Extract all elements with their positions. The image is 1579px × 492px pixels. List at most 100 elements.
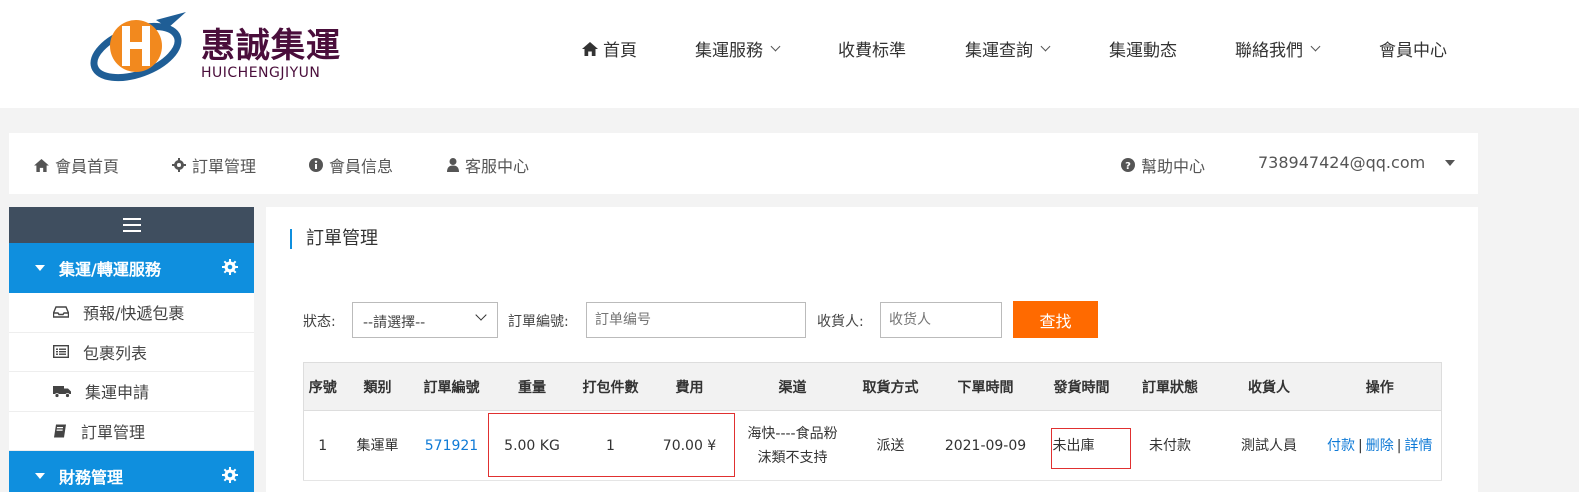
sidebar-item-package-list-label: 包裹列表 <box>83 343 148 363</box>
col-ship-time: 發貨時間 <box>1042 362 1121 411</box>
nav-member-center[interactable]: 會員中心 <box>1379 36 1447 61</box>
chevron-down-icon <box>770 41 781 52</box>
order-number-input[interactable] <box>586 302 806 338</box>
action-separator: | <box>1396 437 1402 454</box>
menu-icon <box>122 218 141 232</box>
member-orders-link[interactable]: 訂單管理 <box>172 153 256 177</box>
sidebar-item-forecast[interactable]: 預報/快遞包裹 <box>9 293 254 333</box>
member-info-link[interactable]: 會員信息 <box>309 153 393 177</box>
nav-tracking[interactable]: 集運查詢 <box>965 36 1051 61</box>
customer-service-label: 客服中心 <box>465 157 530 176</box>
order-number-link[interactable]: 571921 <box>425 438 478 454</box>
site-header: 惠誠集運 HUICHENGJIYUN 首頁 集運服務 收費标準 集運查詢 集運動… <box>0 0 1579 108</box>
col-order-no: 訂單編號 <box>413 362 490 411</box>
col-type: 類别 <box>341 362 414 411</box>
home-icon <box>582 41 598 56</box>
sidebar: 集運/轉運服務 預報/快遞包裹 包裹列表 集運申請 訂單管理 財務管理 <box>9 207 254 492</box>
gear-icon <box>222 467 238 483</box>
nav-services-label: 集運服務 <box>695 41 763 61</box>
pay-link[interactable]: 付款 <box>1327 438 1355 454</box>
cell-packages: 1 <box>574 410 647 481</box>
col-actions: 操作 <box>1318 362 1442 411</box>
cell-receiver: 測試人員 <box>1219 410 1319 481</box>
sidebar-section-forwarding-label: 集運/轉運服務 <box>59 260 161 279</box>
account-menu[interactable]: 738947424@qq.com <box>1258 153 1456 172</box>
detail-link[interactable]: 詳情 <box>1404 438 1432 454</box>
nav-news-label: 集運動态 <box>1109 41 1177 61</box>
member-home-label: 會員首頁 <box>55 157 120 176</box>
nav-member-center-label: 會員中心 <box>1379 41 1447 61</box>
orders-table: 序號 類别 訂單編號 重量 打包件數 費用 渠道 取貨方式 下單時間 發貨時間 … <box>303 362 1442 481</box>
col-channel: 渠道 <box>732 362 853 411</box>
gear-icon <box>222 259 238 275</box>
caret-down-icon <box>1445 159 1456 166</box>
svg-text:?: ? <box>1125 161 1131 172</box>
nav-pricing[interactable]: 收費标準 <box>838 36 906 61</box>
nav-services[interactable]: 集運服務 <box>695 36 781 61</box>
page-title: 訂單管理 <box>290 229 378 249</box>
col-pickup: 取貨方式 <box>852 362 929 411</box>
cell-fee: 70.00 ¥ <box>646 410 733 481</box>
nav-tracking-label: 集運查詢 <box>965 41 1033 61</box>
delete-link[interactable]: 删除 <box>1366 438 1394 454</box>
book-icon <box>54 424 66 438</box>
caret-down-icon <box>35 265 45 271</box>
cell-actions: 付款 | 删除 | 詳情 <box>1318 410 1442 481</box>
col-status: 訂單狀態 <box>1120 362 1220 411</box>
sidebar-item-package-list[interactable]: 包裹列表 <box>9 333 254 372</box>
member-home-link[interactable]: 會員首頁 <box>34 153 119 177</box>
main-nav: 首頁 集運服務 收費标準 集運查詢 集運動态 聯絡我們 會員中心 <box>0 36 1579 61</box>
cell-order-time: 2021-09-09 <box>928 410 1043 481</box>
nav-contact-label: 聯絡我們 <box>1235 41 1303 61</box>
nav-pricing-label: 收費标準 <box>838 41 906 61</box>
col-index: 序號 <box>303 362 342 411</box>
cell-weight: 5.00 KG <box>489 410 575 481</box>
sidebar-item-consolidation-request[interactable]: 集運申請 <box>9 372 254 412</box>
customer-service-link[interactable]: 客服中心 <box>447 153 529 177</box>
status-select-value: --請選擇-- <box>363 315 426 331</box>
member-info-label: 會員信息 <box>329 157 394 176</box>
table-header-row: 序號 類别 訂單編號 重量 打包件數 費用 渠道 取貨方式 下單時間 發貨時間 … <box>303 362 1442 411</box>
cell-pickup: 派送 <box>852 410 929 481</box>
user-icon <box>447 158 459 172</box>
receiver-input[interactable] <box>880 302 1002 338</box>
nav-news[interactable]: 集運動态 <box>1109 36 1177 61</box>
info-icon <box>309 158 323 172</box>
chevron-down-icon <box>1310 41 1321 52</box>
chevron-down-icon <box>475 309 487 321</box>
nav-home[interactable]: 首頁 <box>582 36 637 61</box>
status-filter-label: 狀态: <box>303 314 336 330</box>
member-orders-label: 訂單管理 <box>192 157 257 176</box>
status-select[interactable]: --請選擇-- <box>352 302 498 338</box>
cell-ship-time: 未出庫 <box>1042 410 1121 481</box>
channel-line-1: 海快----食品粉 <box>747 425 838 442</box>
inbox-icon <box>53 306 69 318</box>
col-packages: 打包件數 <box>574 362 647 411</box>
member-toolbar: 會員首頁 訂單管理 會員信息 客服中心 ? 幫助中心 738947424@qq.… <box>9 133 1478 194</box>
gear-icon <box>172 158 186 172</box>
table-row: 1 集運單 571921 5.00 KG 1 70.00 ¥ 海快----食品粉… <box>303 410 1442 481</box>
sidebar-section-forwarding[interactable]: 集運/轉運服務 <box>9 243 254 293</box>
home-icon <box>34 158 49 172</box>
sidebar-item-order-management[interactable]: 訂單管理 <box>9 412 254 451</box>
truck-icon <box>53 385 71 398</box>
cell-type: 集運單 <box>341 410 414 481</box>
list-icon <box>53 345 69 359</box>
order-management-panel: 訂單管理 狀态: --請選擇-- 訂單編號: 收貨人: 查找 序號 類别 訂單編… <box>266 207 1478 492</box>
col-receiver: 收貨人 <box>1219 362 1319 411</box>
account-email: 738947424@qq.com <box>1258 153 1426 172</box>
sidebar-section-finance[interactable]: 財務管理 <box>9 451 254 492</box>
help-center-link[interactable]: ? 幫助中心 <box>1121 153 1205 177</box>
brand-subtitle: HUICHENGJIYUN <box>201 65 321 81</box>
chevron-down-icon <box>1040 41 1051 52</box>
question-icon: ? <box>1121 158 1135 172</box>
action-separator: | <box>1358 437 1363 454</box>
col-order-time: 下單時間 <box>928 362 1043 411</box>
help-center-label: 幫助中心 <box>1141 157 1206 176</box>
nav-contact[interactable]: 聯絡我們 <box>1235 36 1321 61</box>
sidebar-toggle[interactable] <box>9 207 254 243</box>
channel-line-2: 沫類不支持 <box>757 449 828 466</box>
sidebar-item-order-management-label: 訂單管理 <box>81 422 146 442</box>
search-button[interactable]: 查找 <box>1013 301 1098 338</box>
sidebar-item-consolidation-request-label: 集運申請 <box>85 383 150 403</box>
